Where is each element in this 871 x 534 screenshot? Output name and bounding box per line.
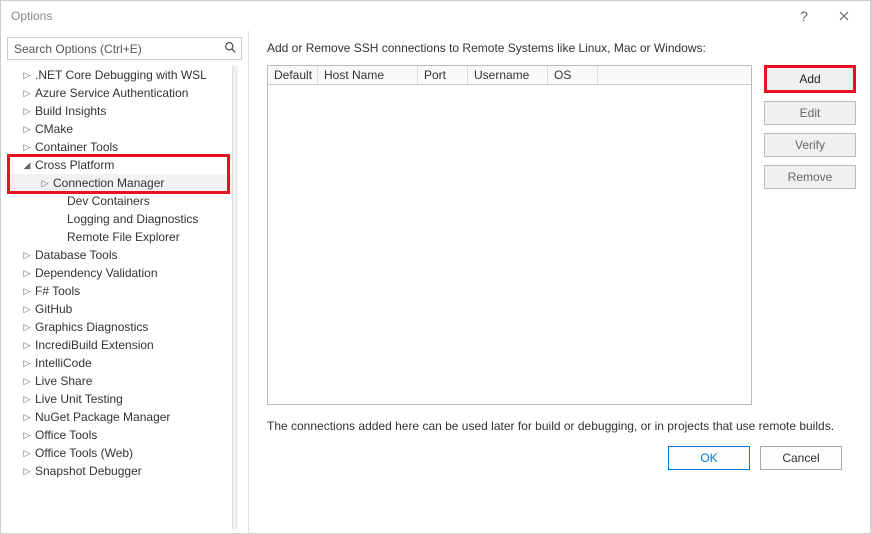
tree-item[interactable]: ▷F# Tools <box>5 282 238 300</box>
tree-item-label: Connection Manager <box>51 174 164 192</box>
chevron-right-icon: ▷ <box>21 390 33 408</box>
tree-item[interactable]: ▷.NET Core Debugging with WSL <box>5 66 238 84</box>
chevron-right-icon: ▷ <box>21 246 33 264</box>
tree-item[interactable]: ▷Build Insights <box>5 102 238 120</box>
search-wrap <box>7 37 242 60</box>
chevron-right-icon: ▷ <box>21 372 33 390</box>
options-tree: ▷.NET Core Debugging with WSL▷Azure Serv… <box>5 66 238 480</box>
tree-item[interactable]: ▷Office Tools (Web) <box>5 444 238 462</box>
tree-item-label: Container Tools <box>33 138 118 156</box>
tree-item[interactable]: ▷GitHub <box>5 300 238 318</box>
tree-item[interactable]: ▷Graphics Diagnostics <box>5 318 238 336</box>
dialog-footer: OK Cancel <box>267 433 856 483</box>
tree-item-label: Cross Platform <box>33 156 114 174</box>
tree-item[interactable]: Logging and Diagnostics <box>5 210 238 228</box>
tree-item-label: Graphics Diagnostics <box>33 318 148 336</box>
remove-button[interactable]: Remove <box>764 165 856 189</box>
connections-grid[interactable]: Default Host Name Port Username OS <box>267 65 752 405</box>
tree-item[interactable]: ▷Live Share <box>5 372 238 390</box>
chevron-right-icon: ▷ <box>21 336 33 354</box>
tree-item-label: NuGet Package Manager <box>33 408 170 426</box>
chevron-right-icon: ▷ <box>21 318 33 336</box>
tree-item[interactable]: ▷Snapshot Debugger <box>5 462 238 480</box>
col-port[interactable]: Port <box>418 66 468 84</box>
col-username[interactable]: Username <box>468 66 548 84</box>
chevron-right-icon: ▷ <box>21 102 33 120</box>
search-input[interactable] <box>7 37 242 60</box>
chevron-right-icon: ▷ <box>21 264 33 282</box>
content-area: ▷.NET Core Debugging with WSL▷Azure Serv… <box>1 31 870 533</box>
add-button[interactable]: Add <box>764 65 856 93</box>
tree-item[interactable]: ▷CMake <box>5 120 238 138</box>
close-icon <box>839 11 849 21</box>
tree-item[interactable]: ▷IncrediBuild Extension <box>5 336 238 354</box>
tree-item-label: Live Share <box>33 372 92 390</box>
tree-item[interactable]: ▷NuGet Package Manager <box>5 408 238 426</box>
verify-button[interactable]: Verify <box>764 133 856 157</box>
cancel-button[interactable]: Cancel <box>760 446 842 470</box>
titlebar: Options ? <box>1 1 870 31</box>
options-dialog: Options ? ▷.NET Core Debugging with WSL▷… <box>0 0 871 534</box>
tree-item-label: IncrediBuild Extension <box>33 336 154 354</box>
tree-item[interactable]: ▷Dependency Validation <box>5 264 238 282</box>
edit-button[interactable]: Edit <box>764 101 856 125</box>
tree-item[interactable]: ▷Container Tools <box>5 138 238 156</box>
help-button[interactable]: ? <box>784 1 824 31</box>
chevron-right-icon: ▷ <box>21 138 33 156</box>
close-button[interactable] <box>824 1 864 31</box>
tree-item-label: Database Tools <box>33 246 118 264</box>
grid-wrap: Default Host Name Port Username OS <box>267 65 752 405</box>
tree-item-label: Dependency Validation <box>33 264 158 282</box>
left-pane: ▷.NET Core Debugging with WSL▷Azure Serv… <box>1 31 249 533</box>
ok-button[interactable]: OK <box>668 446 750 470</box>
grid-header: Default Host Name Port Username OS <box>268 66 751 85</box>
tree-item[interactable]: ▷IntelliCode <box>5 354 238 372</box>
chevron-right-icon: ▷ <box>21 282 33 300</box>
col-default[interactable]: Default <box>268 66 318 84</box>
tree-item-label: Dev Containers <box>65 192 150 210</box>
tree-scroll[interactable]: ▷.NET Core Debugging with WSL▷Azure Serv… <box>5 66 244 529</box>
chevron-right-icon: ▷ <box>21 66 33 84</box>
mid-row: Default Host Name Port Username OS Add E… <box>267 65 856 405</box>
tree-item-label: Remote File Explorer <box>65 228 180 246</box>
chevron-right-icon: ▷ <box>21 120 33 138</box>
col-hostname[interactable]: Host Name <box>318 66 418 84</box>
tree-item[interactable]: ▷Database Tools <box>5 246 238 264</box>
tree-item-label: Build Insights <box>33 102 106 120</box>
tree-item-label: IntelliCode <box>33 354 92 372</box>
tree-item[interactable]: Dev Containers <box>5 192 238 210</box>
tree-item-label: Office Tools <box>33 426 97 444</box>
chevron-right-icon: ▷ <box>21 462 33 480</box>
tree-item[interactable]: ◢Cross Platform <box>5 156 238 174</box>
tree-item-label: .NET Core Debugging with WSL <box>33 66 207 84</box>
button-column: Add Edit Verify Remove <box>764 65 856 405</box>
tree-item-label: Snapshot Debugger <box>33 462 142 480</box>
chevron-right-icon: ▷ <box>21 408 33 426</box>
tree-item-label: Azure Service Authentication <box>33 84 188 102</box>
description-top: Add or Remove SSH connections to Remote … <box>267 41 856 55</box>
description-bottom: The connections added here can be used l… <box>267 419 856 433</box>
tree-item-label: Logging and Diagnostics <box>65 210 198 228</box>
tree-item-label: Live Unit Testing <box>33 390 123 408</box>
col-spacer <box>598 66 751 84</box>
chevron-down-icon: ◢ <box>21 156 33 174</box>
col-os[interactable]: OS <box>548 66 598 84</box>
right-pane: Add or Remove SSH connections to Remote … <box>249 31 870 533</box>
chevron-right-icon: ▷ <box>21 444 33 462</box>
tree-item-label: CMake <box>33 120 73 138</box>
tree-item[interactable]: ▷Live Unit Testing <box>5 390 238 408</box>
tree-item[interactable]: ▷Office Tools <box>5 426 238 444</box>
tree-item[interactable]: Remote File Explorer <box>5 228 238 246</box>
tree-item-label: Office Tools (Web) <box>33 444 133 462</box>
window-title: Options <box>7 9 784 23</box>
chevron-right-icon: ▷ <box>21 300 33 318</box>
tree-item[interactable]: ▷Connection Manager <box>5 174 238 192</box>
tree-item-label: F# Tools <box>33 282 80 300</box>
chevron-right-icon: ▷ <box>21 426 33 444</box>
chevron-right-icon: ▷ <box>39 174 51 192</box>
tree-item-label: GitHub <box>33 300 72 318</box>
tree-item[interactable]: ▷Azure Service Authentication <box>5 84 238 102</box>
chevron-right-icon: ▷ <box>21 354 33 372</box>
chevron-right-icon: ▷ <box>21 84 33 102</box>
